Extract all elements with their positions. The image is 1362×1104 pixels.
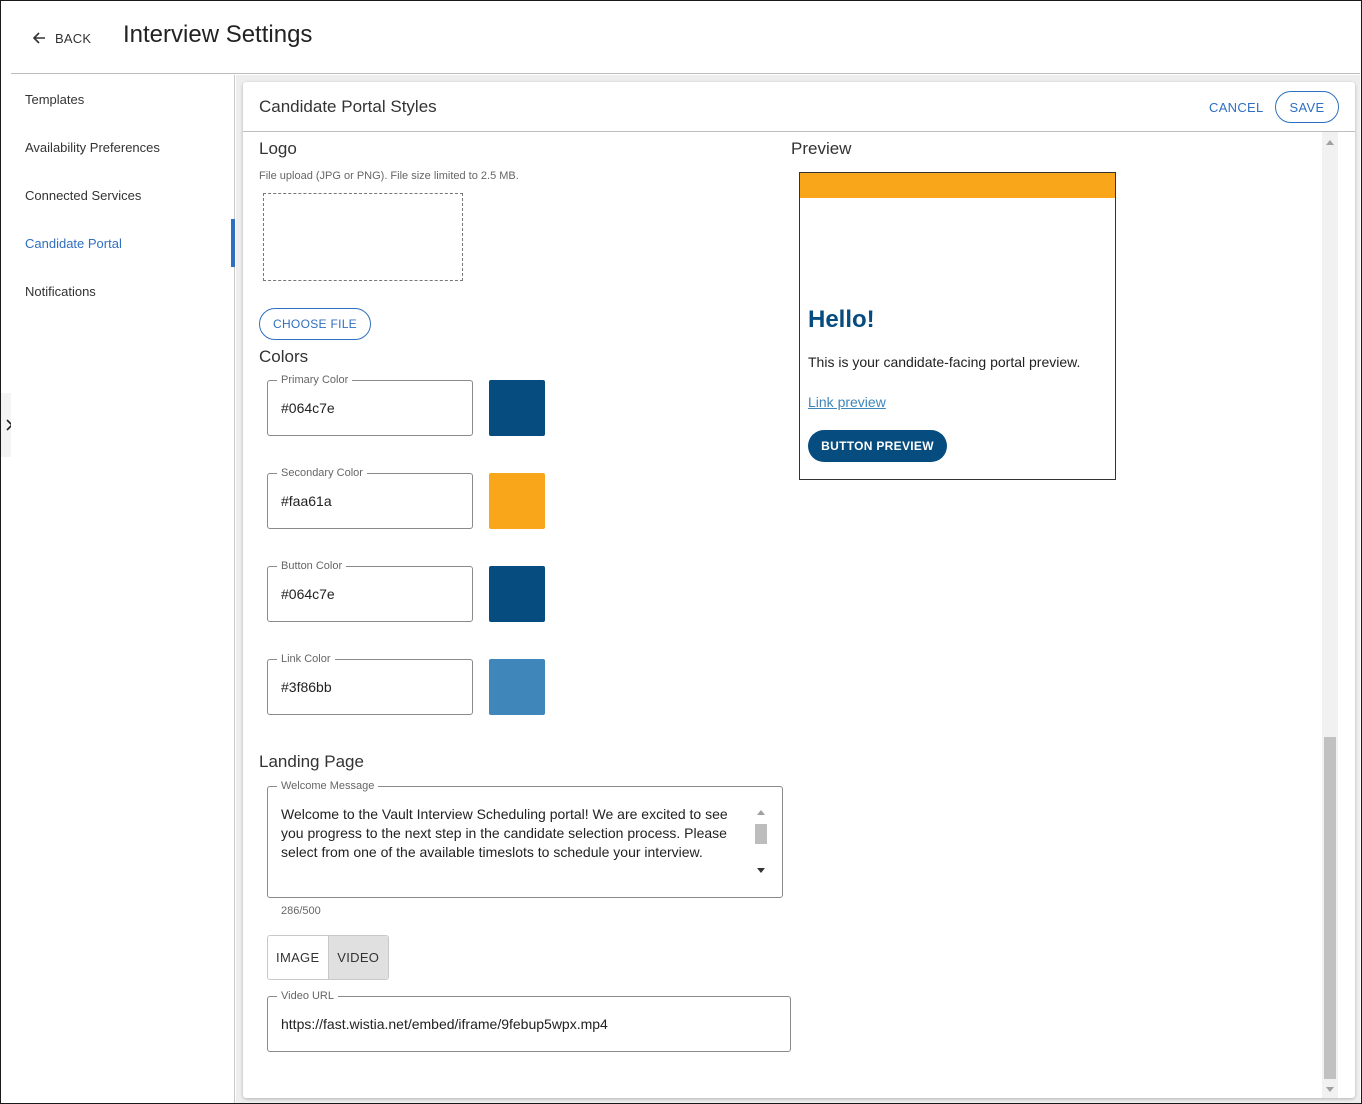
primary-color-field[interactable]: Primary Color #064c7e (267, 373, 473, 436)
button-color-input[interactable]: #064c7e (281, 586, 335, 602)
scroll-down-arrow-icon[interactable] (1326, 1087, 1334, 1092)
scroll-up-icon[interactable] (757, 809, 765, 815)
welcome-message-textarea[interactable]: Welcome to the Vault Interview Schedulin… (281, 805, 749, 862)
page-title: Interview Settings (123, 21, 313, 48)
card-header: Candidate Portal Styles CANCEL SAVE (243, 82, 1355, 132)
button-color-label: Button Color (277, 559, 347, 573)
settings-sidebar: Templates Availability Preferences Conne… (11, 75, 235, 1103)
colors-heading: Colors (259, 347, 309, 366)
secondary-color-input[interactable]: #faa61a (281, 493, 332, 509)
content-scrollbar[interactable] (1322, 132, 1338, 1098)
secondary-color-field[interactable]: Secondary Color #faa61a (267, 466, 473, 529)
sidebar-item-notifications[interactable]: Notifications (11, 267, 234, 315)
video-url-label: Video URL (277, 989, 338, 1003)
link-color-field[interactable]: Link Color #3f86bb (267, 652, 473, 715)
page-header: BACK Interview Settings (11, 1, 1360, 74)
back-button[interactable]: BACK (31, 27, 91, 49)
logo-heading: Logo (259, 139, 297, 158)
primary-color-input[interactable]: #064c7e (281, 400, 335, 416)
welcome-message-scrollbar[interactable] (754, 806, 768, 882)
logo-upload-hint: File upload (JPG or PNG). File size limi… (259, 170, 519, 182)
video-url-field[interactable]: Video URL https://fast.wistia.net/embed/… (267, 989, 791, 1052)
portal-preview: Hello! This is your candidate-facing por… (799, 172, 1116, 480)
scroll-down-icon[interactable] (757, 868, 765, 874)
preview-heading: Preview (791, 139, 852, 158)
sidebar-item-templates[interactable]: Templates (11, 75, 234, 123)
link-color-swatch[interactable] (489, 659, 545, 715)
welcome-message-scroll-thumb[interactable] (755, 824, 767, 844)
welcome-message-label: Welcome Message (277, 779, 379, 793)
back-label: BACK (55, 30, 92, 46)
preview-top-bar (800, 173, 1115, 198)
arrow-left-icon (32, 32, 45, 44)
candidate-portal-styles-card: Candidate Portal Styles CANCEL SAVE Logo… (243, 82, 1355, 1098)
left-gutter (1, 1, 11, 1103)
welcome-message-field[interactable]: Welcome Message Welcome to the Vault Int… (267, 779, 783, 898)
cancel-button[interactable]: CANCEL (1201, 92, 1272, 122)
save-button[interactable]: SAVE (1275, 91, 1339, 123)
secondary-color-label: Secondary Color (277, 466, 367, 480)
logo-upload-dropzone[interactable] (263, 193, 463, 281)
content-scroll-thumb[interactable] (1324, 737, 1336, 1079)
preview-text: This is your candidate-facing portal pre… (808, 354, 1081, 370)
sidebar-item-candidate-portal[interactable]: Candidate Portal (11, 219, 235, 267)
link-color-label: Link Color (277, 652, 335, 666)
scroll-up-arrow-icon[interactable] (1326, 140, 1334, 145)
landing-page-heading: Landing Page (259, 752, 364, 771)
primary-color-swatch[interactable] (489, 380, 545, 436)
preview-link[interactable]: Link preview (808, 394, 886, 410)
video-url-input[interactable]: https://fast.wistia.net/embed/iframe/9fe… (281, 1016, 608, 1032)
card-title: Candidate Portal Styles (259, 97, 437, 116)
media-option-video[interactable]: VIDEO (327, 936, 388, 979)
button-color-swatch[interactable] (489, 566, 545, 622)
sidebar-item-availability-preferences[interactable]: Availability Preferences (11, 123, 234, 171)
sidebar-item-connected-services[interactable]: Connected Services (11, 171, 234, 219)
button-color-field[interactable]: Button Color #064c7e (267, 559, 473, 622)
preview-hello: Hello! (808, 306, 875, 333)
welcome-message-counter: 286/500 (281, 905, 321, 917)
media-type-toggle: IMAGE VIDEO (267, 935, 389, 980)
primary-color-label: Primary Color (277, 373, 353, 387)
choose-file-button[interactable]: CHOOSE FILE (259, 308, 371, 340)
preview-button[interactable]: BUTTON PREVIEW (808, 430, 947, 462)
link-color-input[interactable]: #3f86bb (281, 679, 332, 695)
media-option-image[interactable]: IMAGE (268, 936, 328, 979)
secondary-color-swatch[interactable] (489, 473, 545, 529)
